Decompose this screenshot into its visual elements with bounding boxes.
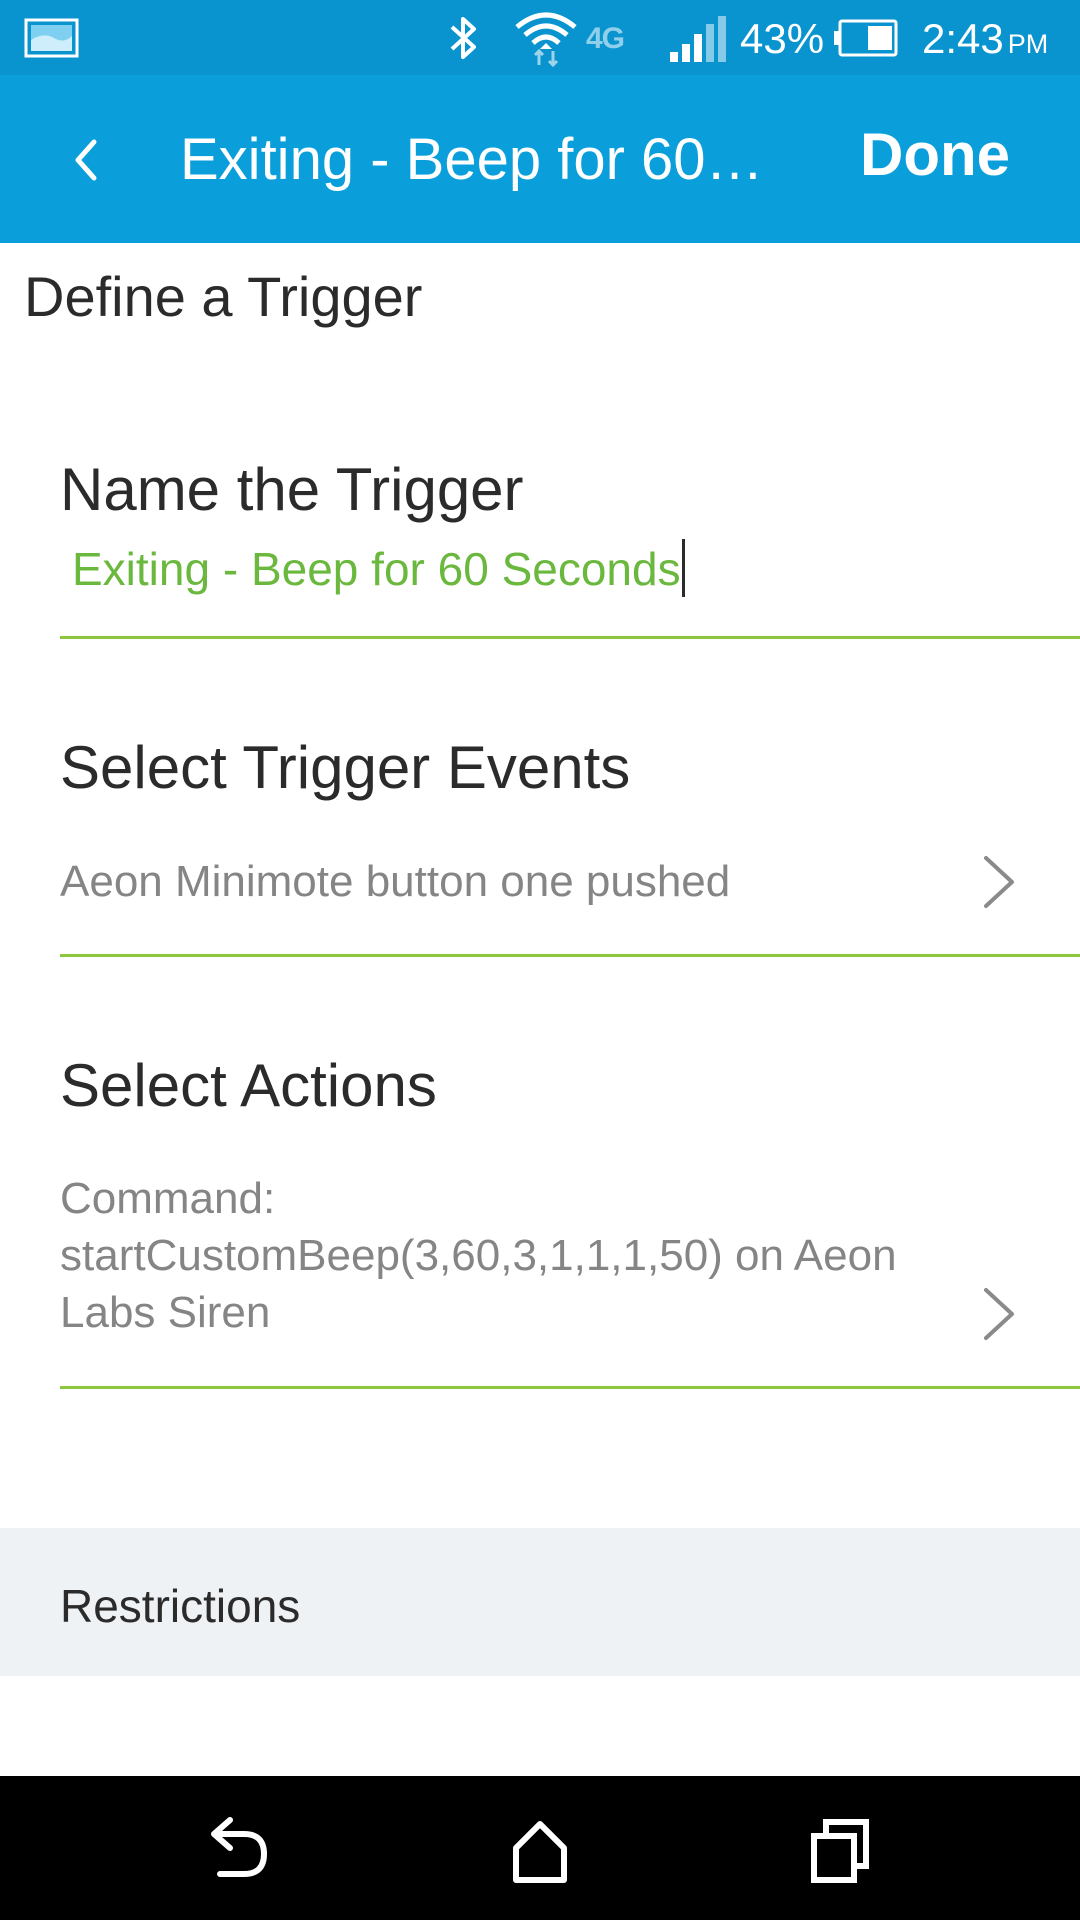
actions-value-line: Labs Siren xyxy=(60,1288,271,1337)
trigger-name-input[interactable]: Exiting - Beep for 60 Seconds xyxy=(72,538,992,600)
done-button[interactable]: Done xyxy=(860,120,1010,190)
text-cursor xyxy=(681,539,685,597)
name-section-title: Name the Trigger xyxy=(60,456,524,523)
chevron-right-icon[interactable] xyxy=(980,854,1020,910)
back-button[interactable] xyxy=(50,120,120,200)
wifi-icon xyxy=(515,12,577,67)
name-divider xyxy=(60,636,1080,639)
clock-time: 2:43 xyxy=(922,15,1004,62)
restrictions-section[interactable]: Restrictions xyxy=(0,1528,1080,1676)
page-heading: Define a Trigger xyxy=(24,265,423,328)
back-nav-icon[interactable] xyxy=(200,1812,280,1888)
app-bar-title: Exiting - Beep for 60 Seconds xyxy=(180,127,770,192)
trigger-events-value[interactable]: Aeon Minimote button one pushed xyxy=(60,853,960,910)
chevron-left-icon xyxy=(75,139,97,181)
actions-value[interactable]: Command: startCustomBeep(3,60,3,1,1,1,50… xyxy=(60,1170,960,1341)
clock-ampm: PM xyxy=(1007,29,1049,59)
app-notification-icon xyxy=(24,18,79,58)
chevron-right-icon[interactable] xyxy=(980,1286,1020,1342)
app-bar: Exiting - Beep for 60 Seconds Done xyxy=(0,75,1080,243)
network-type-label: 4G xyxy=(586,22,625,55)
status-bar: 4G 43% 2:43 PM xyxy=(0,0,1080,75)
recents-icon[interactable] xyxy=(800,1812,880,1888)
signal-icon xyxy=(670,16,726,62)
home-icon[interactable] xyxy=(500,1812,580,1888)
events-section-title: Select Trigger Events xyxy=(60,734,631,801)
clock: 2:43 PM xyxy=(922,14,1048,69)
restrictions-label: Restrictions xyxy=(60,1580,301,1632)
battery-icon xyxy=(834,19,898,57)
bluetooth-icon xyxy=(450,17,476,59)
actions-section-title: Select Actions xyxy=(60,1052,437,1119)
actions-value-line: Command: xyxy=(60,1174,276,1223)
events-divider xyxy=(60,954,1080,957)
trigger-name-value: Exiting - Beep for 60 Seconds xyxy=(72,543,681,595)
system-nav-bar xyxy=(0,1776,1080,1920)
actions-value-line: startCustomBeep(3,60,3,1,1,1,50) on Aeon xyxy=(60,1231,897,1280)
battery-percent: 43% xyxy=(740,15,825,62)
actions-divider xyxy=(60,1386,1080,1389)
